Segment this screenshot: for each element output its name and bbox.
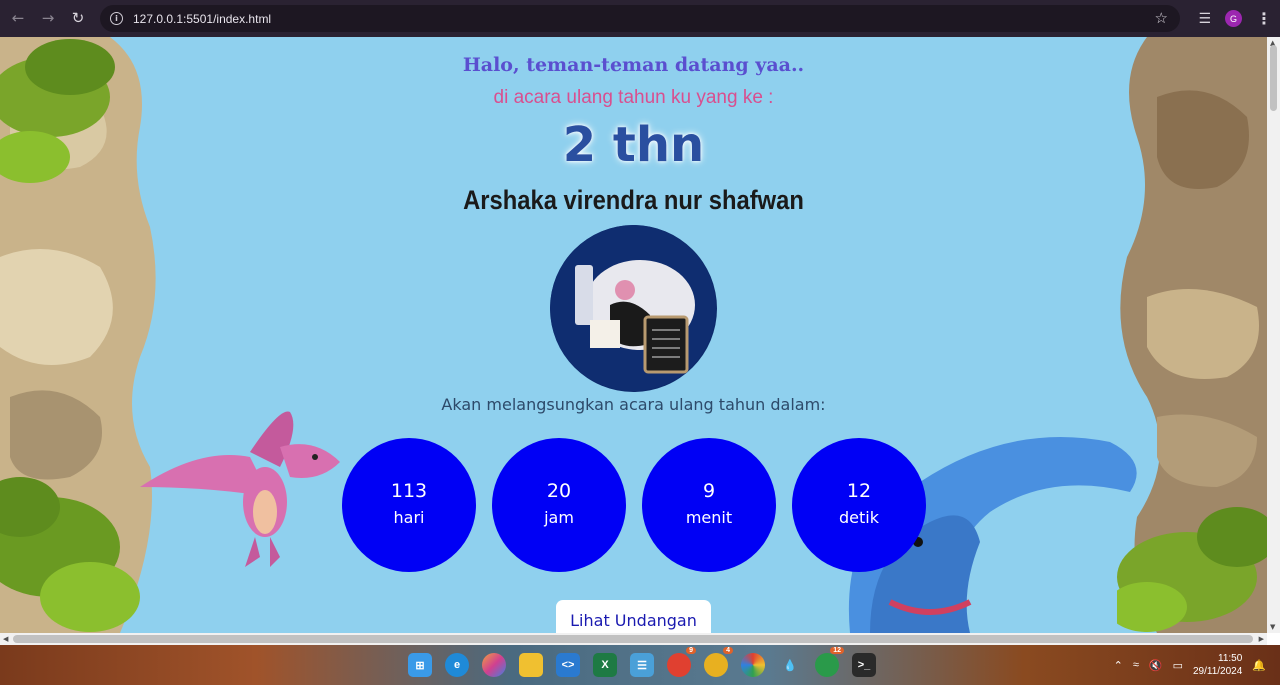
profile-avatar[interactable]: G <box>1225 10 1242 27</box>
chrome-badge: 4 <box>723 647 733 654</box>
back-icon[interactable]: ← <box>3 3 33 33</box>
scroll-right-icon[interactable]: ▶ <box>1259 635 1264 643</box>
whatsapp-badge: 12 <box>830 647 844 654</box>
copilot-icon[interactable] <box>482 653 506 677</box>
view-invitation-button[interactable]: Lihat Undangan <box>556 600 711 633</box>
countdown-hours: 20 jam <box>492 438 626 572</box>
battery-icon[interactable]: ▭ <box>1173 659 1183 672</box>
chrome-profile-badge: 9 <box>686 647 696 654</box>
countdown-seconds-unit: detik <box>839 508 879 527</box>
pterodactyl-illustration <box>140 411 340 567</box>
age-heading: 2 thn <box>562 117 705 173</box>
page-viewport: Halo, teman-teman datang yaa.. di acara … <box>0 37 1267 633</box>
reload-icon[interactable]: ↻ <box>63 3 93 33</box>
address-bar[interactable]: i 127.0.0.1:5501/index.html ☆ <box>100 5 1180 32</box>
countdown-hours-unit: jam <box>544 508 574 527</box>
countdown-minutes-value: 9 <box>702 480 716 502</box>
greeting-text: Halo, teman-teman datang yaa.. <box>462 54 805 76</box>
whatsapp-icon[interactable]: 12 <box>815 647 844 677</box>
wifi-icon[interactable]: ≈ <box>1133 659 1139 671</box>
excel-icon[interactable]: X <box>593 653 617 677</box>
countdown-seconds: 12 detik <box>792 438 926 572</box>
scroll-left-icon[interactable]: ◀ <box>3 635 8 643</box>
site-info-icon[interactable]: i <box>110 12 123 25</box>
notification-bell-icon[interactable]: 🔔 <box>1252 659 1266 672</box>
horizontal-scroll-thumb[interactable] <box>13 635 1253 643</box>
scroll-down-icon[interactable]: ▼ <box>1270 623 1275 631</box>
notepad-icon[interactable]: ☰ <box>630 653 654 677</box>
countdown-days-value: 113 <box>390 480 428 502</box>
windows-taskbar: ⊞ e <> X ☰ 9 4 💧 12 >_ ⌃ ≈ 🔇 ▭ 11:50 29/… <box>0 645 1280 685</box>
url-text: 127.0.0.1:5501/index.html <box>133 11 272 26</box>
system-clock[interactable]: 11:50 29/11/2024 <box>1193 652 1242 678</box>
clock-time: 11:50 <box>1218 653 1243 664</box>
vertical-scrollbar[interactable]: ▲ ▼ <box>1267 37 1280 633</box>
photos-icon[interactable] <box>741 653 765 677</box>
subtitle-text: di acara ulang tahun ku yang ke : <box>493 87 774 108</box>
browser-menu-icon[interactable]: ⋮ <box>1256 9 1272 28</box>
countdown-minutes-unit: menit <box>685 508 733 527</box>
chrome-profile-icon[interactable]: 9 <box>667 647 696 677</box>
child-name-heading: Arshaka virendra nur shafwan <box>463 185 804 215</box>
edge-icon[interactable]: e <box>445 653 469 677</box>
clock-date: 29/11/2024 <box>1192 666 1243 677</box>
browser-toolbar: ← → ↻ i 127.0.0.1:5501/index.html ☆ ☰ G … <box>0 0 1280 37</box>
chrome-icon[interactable]: 4 <box>704 647 733 677</box>
child-photo <box>550 225 717 392</box>
countdown-hours-value: 20 <box>546 480 572 502</box>
media-queue-icon[interactable]: ☰ <box>1198 11 1211 27</box>
terminal-icon[interactable]: >_ <box>852 653 876 677</box>
countdown-days: 113 hari <box>342 438 476 572</box>
horizontal-scrollbar[interactable]: ◀ ▶ <box>0 633 1267 645</box>
countdown-minutes: 9 menit <box>642 438 776 572</box>
start-icon[interactable]: ⊞ <box>408 653 432 677</box>
bookmark-star-icon[interactable]: ☆ <box>1155 9 1168 27</box>
countdown-days-unit: hari <box>393 508 425 527</box>
countdown-seconds-value: 12 <box>846 480 872 502</box>
droplet-app-icon[interactable]: 💧 <box>778 653 802 677</box>
vertical-scroll-thumb[interactable] <box>1270 45 1277 111</box>
forward-icon[interactable]: → <box>33 3 63 33</box>
file-explorer-icon[interactable] <box>519 653 543 677</box>
tray-chevron-icon[interactable]: ⌃ <box>1114 659 1123 672</box>
volume-muted-icon[interactable]: 🔇 <box>1149 659 1163 672</box>
vscode-icon[interactable]: <> <box>556 653 580 677</box>
countdown-announcement: Akan melangsungkan acara ulang tahun dal… <box>441 395 826 414</box>
